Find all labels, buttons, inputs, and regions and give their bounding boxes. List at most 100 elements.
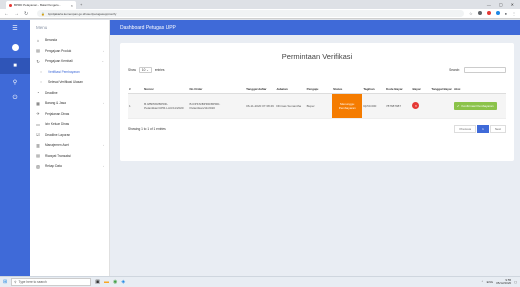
back-icon[interactable]: ←	[4, 11, 9, 17]
table-controls: Show 10 ⌄ entries Search:	[128, 67, 506, 73]
menu-item-label: Beranda	[45, 38, 58, 43]
menu-icon[interactable]: ⋮	[512, 11, 516, 16]
sidebar-item-pengajuan-kembali[interactable]: ↻ Pengajuan Kembali ⌄	[30, 56, 109, 67]
sidebar-item-perjalanan-dinas[interactable]: ✈ Perjalanan Dinas	[30, 109, 109, 120]
sidebar-item-rekap-data[interactable]: ▧ Rekap Data ›	[30, 161, 109, 172]
sidebar-item-selesai-verifikasi[interactable]: ○ Selesai Verifikasi Ulasan	[30, 77, 109, 88]
close-window-icon[interactable]: ✕	[511, 2, 514, 7]
page-1-button[interactable]: 1	[477, 124, 489, 133]
windows-start-icon[interactable]: ⊞	[3, 279, 7, 285]
cell-kode-bayar: 787687987	[384, 93, 412, 119]
column-header[interactable]: Status	[332, 77, 363, 94]
sidebar-item-pengajuan-produk[interactable]: ▤ Pengajuan Produk ›	[30, 46, 109, 57]
hamburger-icon[interactable]: ☰	[0, 20, 30, 36]
file-explorer-icon[interactable]: ▬	[104, 279, 109, 285]
table-footer: Showing 1 to 1 of 1 entries Previous 1 N…	[128, 124, 506, 133]
rail-avatar[interactable]	[0, 36, 30, 58]
reload-icon[interactable]: ↻	[24, 11, 28, 17]
menu-item-icon: ✈	[36, 111, 40, 117]
table-info: Showing 1 to 1 of 1 entries	[128, 126, 166, 131]
confirm-payment-button[interactable]: ✔ Konfirmasi Pembayaran	[454, 101, 497, 110]
cell-jabatan: Dhimas Sumantha	[275, 93, 306, 119]
cell-pengaju: Buper	[305, 93, 333, 119]
extension-icon[interactable]	[495, 11, 500, 15]
chrome-icon[interactable]: ◉	[113, 279, 117, 285]
sidebar-item-riwayat-transaksi[interactable]: ▤ Riwayat Transaksi	[30, 151, 109, 162]
browser-addressbar: ← → ↻ 🔒 bprdjakarta.kemenpan.go.id/user/…	[0, 9, 520, 19]
menu-item-label: Deadline	[45, 90, 58, 95]
delete-button[interactable]: ×	[412, 102, 420, 109]
maximize-icon[interactable]: ▢	[499, 2, 503, 7]
taskbar: ⊞ ⚲ Type here to search ▣ ▬ ◉ ◈ ⌃ ENG 9:…	[0, 276, 520, 287]
star-icon[interactable]: ☆	[469, 11, 473, 16]
verification-card: Permintaan Verifikasi Show 10 ⌄ entries …	[120, 43, 514, 161]
column-header[interactable]: Tanggal daftar	[245, 77, 276, 94]
favicon-icon	[9, 3, 12, 7]
rail-location-icon[interactable]: ⚲	[0, 74, 30, 90]
menu-item-icon: ▤	[36, 153, 40, 159]
extension-icon[interactable]	[486, 11, 491, 15]
column-header[interactable]: Tagihan	[362, 77, 385, 94]
menu-item-icon: ▭	[36, 121, 40, 127]
column-header[interactable]: Jabatan	[275, 77, 306, 94]
language-indicator[interactable]: ENG	[487, 280, 494, 284]
url-field[interactable]: 🔒 bprdjakarta.kemenpan.go.id/user/petuga…	[37, 10, 464, 17]
minimize-icon[interactable]: —	[487, 2, 491, 7]
chevron-icon: ›	[103, 101, 104, 106]
extension-icon[interactable]	[477, 11, 482, 15]
sidebar-item-manajemen-aset[interactable]: ▥ Manajemen Aset ›	[30, 140, 109, 151]
table-row: 1 B.0/BPRD/BPRD-Pelantikan/UPR-LAU/11/202…	[128, 93, 506, 119]
screen: BPRD Pelayanan - Balai Pengelo... × + — …	[0, 0, 520, 287]
app-icon[interactable]: ◈	[121, 279, 125, 285]
tab-close-icon[interactable]: ×	[71, 3, 73, 8]
menu-item-icon: ↻	[36, 58, 40, 64]
show-label: Show	[128, 68, 136, 72]
column-header[interactable]: Aksi	[453, 77, 506, 94]
entries-select[interactable]: 10 ⌄	[138, 67, 152, 73]
menu-item-icon: ▥	[36, 142, 40, 148]
taskbar-search[interactable]: ⚲ Type here to search	[11, 278, 92, 286]
profile-icon[interactable]: ●	[505, 11, 507, 16]
chevron-icon: ›	[103, 143, 104, 148]
sidebar-item-beranda[interactable]: ⌂ Beranda	[30, 35, 109, 46]
menu-item-icon: ▦	[36, 100, 40, 106]
previous-button[interactable]: Previous	[454, 124, 477, 133]
rail-power-icon[interactable]: ⏻	[0, 90, 30, 106]
page-title: Dashboard Petugas UPP	[120, 24, 176, 31]
new-tab-icon[interactable]: +	[80, 2, 82, 7]
tab-title: BPRD Pelayanan - Balai Pengelo...	[14, 3, 62, 7]
clock[interactable]: 9:55 05/12/2020	[496, 278, 511, 286]
lock-icon: 🔒	[41, 11, 45, 16]
cell-bayar: ×	[411, 93, 431, 119]
network-icon[interactable]: ⌃	[481, 280, 484, 284]
system-tray: ⌃ ENG 9:55 05/12/2020 ▢	[481, 278, 517, 286]
sidebar-item-barang-jasa[interactable]: ▦ Barang & Jasa ›	[30, 98, 109, 109]
column-header[interactable]: Kode Bayar	[384, 77, 412, 94]
notification-icon[interactable]: ▢	[514, 280, 517, 284]
column-header[interactable]: No Order	[188, 77, 246, 94]
browser-tab[interactable]: BPRD Pelayanan - Balai Pengelo... ×	[6, 1, 76, 9]
sidebar-item-izin-keluar[interactable]: ▭ Izin Keluar Dinas	[30, 119, 109, 130]
task-view-icon[interactable]: ▣	[95, 279, 100, 285]
cell-status: Menunggu Pembayaran	[332, 93, 363, 119]
pagination: Previous 1 Next	[454, 124, 506, 133]
column-header[interactable]: Bayar	[411, 77, 431, 94]
column-header[interactable]: Tanggal Bayar	[430, 77, 453, 94]
cell-aksi: ✔ Konfirmasi Pembayaran	[453, 93, 506, 119]
check-icon: ✔	[457, 103, 460, 108]
column-header[interactable]: Pengaju	[305, 77, 333, 94]
column-header[interactable]: Nomor	[143, 77, 189, 94]
window-controls: — ▢ ✕	[487, 2, 520, 7]
forward-icon[interactable]: →	[14, 11, 19, 17]
sidebar-item-deadline[interactable]: ◔ Deadline	[30, 88, 109, 99]
next-button[interactable]: Next	[489, 124, 506, 133]
search-input[interactable]	[464, 67, 506, 73]
sidebar-item-deadline-laporan[interactable]: ☑ Deadline Laporan	[30, 130, 109, 141]
rail-home-icon[interactable]: ■	[0, 58, 30, 74]
column-header[interactable]: #	[128, 77, 144, 94]
chevron-icon: ›	[103, 48, 104, 53]
entries-label: entries	[154, 68, 165, 72]
url-text: bprdjakarta.kemenpan.go.id/user/petugasu…	[47, 11, 117, 16]
sidebar-item-verifikasi-pembayaran[interactable]: ○ Verifikasi Pembayaran	[30, 67, 109, 78]
cell-tanggal-bayar	[430, 93, 453, 119]
